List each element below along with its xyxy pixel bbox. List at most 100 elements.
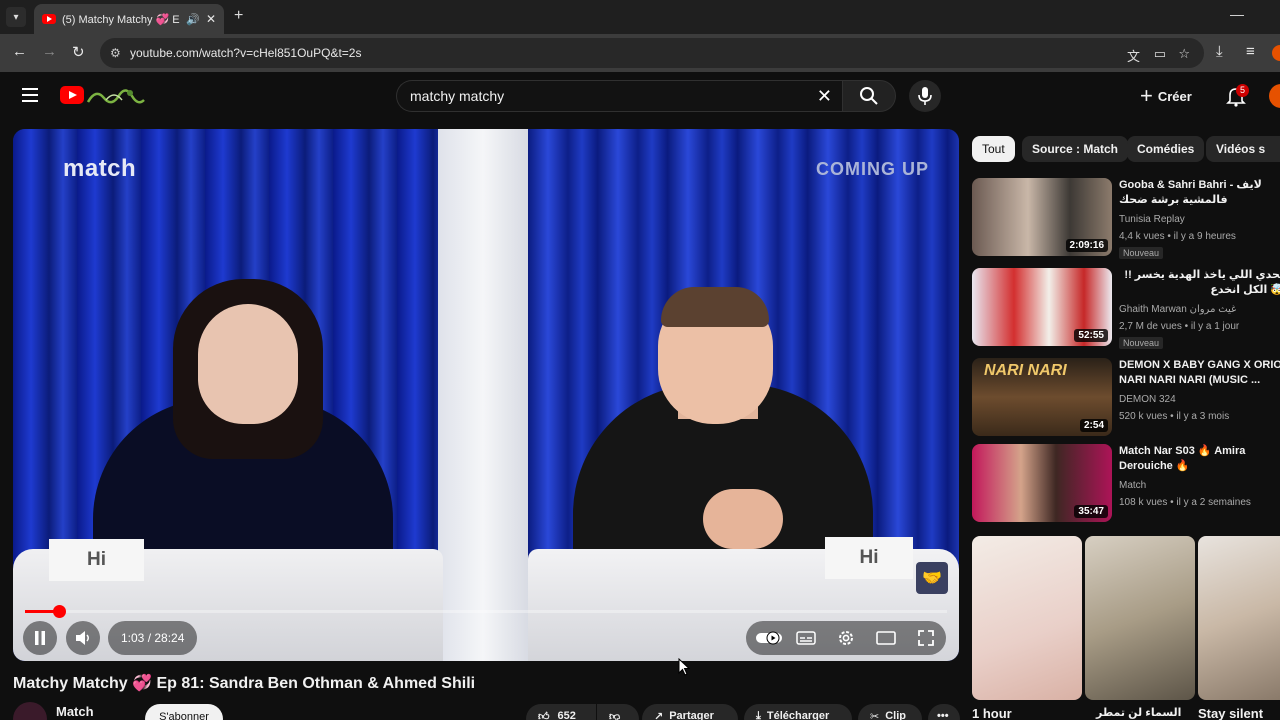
video-thumbnail[interactable]: NARI NARI 2:54 xyxy=(972,358,1112,436)
browser-tab[interactable]: (5) Matchy Matchy 💞 Ep 8 🔊 ✕ xyxy=(34,4,224,34)
cast-icon[interactable]: ▭ xyxy=(1154,46,1166,62)
autoplay-toggle[interactable] xyxy=(756,629,782,647)
url-input[interactable]: ⚙ youtube.com/watch?v=cHel851OuPQ&t=2s 文… xyxy=(100,38,1204,68)
share-button[interactable]: ↗ Partager xyxy=(642,704,738,720)
tab-search-icon[interactable]: ▾ xyxy=(6,7,26,27)
address-bar-row: ← → ↻ ⚙ youtube.com/watch?v=cHel851OuPQ&… xyxy=(0,34,1280,72)
new-badge: Nouveau xyxy=(1119,337,1164,349)
browser-tab-bar: ▾ (5) Matchy Matchy 💞 Ep 8 🔊 ✕ + — xyxy=(0,0,1280,34)
video-player[interactable]: Hi Hi match COMING UP 🤝 1:03 / 28:24 xyxy=(13,129,959,661)
right-controls xyxy=(746,621,946,655)
clip-button[interactable]: ✂ Clip xyxy=(858,704,922,720)
short-title[interactable]: Stay silent xyxy=(1198,706,1263,720)
download-label: Télécharger xyxy=(766,710,830,720)
search-query: matchy matchy xyxy=(410,88,505,104)
like-button[interactable]: 👍︎ 652 xyxy=(526,704,596,720)
youtube-favicon-icon xyxy=(42,14,56,24)
duration-badge: 52:55 xyxy=(1074,329,1108,342)
recommendation-meta: 4,4 k vues • il y a 9 heures xyxy=(1119,231,1236,242)
volume-button[interactable] xyxy=(66,621,100,655)
short-title[interactable]: 1 hour xyxy=(972,706,1012,720)
download-button[interactable]: ⤓ Télécharger xyxy=(744,704,852,720)
person-left-face xyxy=(198,304,298,424)
chip-source-match[interactable]: Source : Match xyxy=(1022,136,1129,162)
channel-name[interactable]: Match xyxy=(56,704,94,719)
name-card-left: Hi xyxy=(49,539,144,581)
recommendation-channel[interactable]: DEMON 324 xyxy=(1119,394,1176,405)
clear-search-icon[interactable]: ✕ xyxy=(817,86,832,107)
recommendation-channel[interactable]: Tunisia Replay xyxy=(1119,214,1185,225)
close-tab-icon[interactable]: ✕ xyxy=(206,12,216,26)
search-input[interactable]: matchy matchy ✕ xyxy=(396,80,842,112)
microphone-icon xyxy=(918,87,932,105)
recommendation-item[interactable]: NARI NARI 2:54 DEMON X BABY GANG X ORIO … xyxy=(972,358,1280,438)
video-frame: Hi Hi match COMING UP 🤝 xyxy=(13,129,959,661)
video-thumbnail[interactable]: 52:55 xyxy=(972,268,1112,346)
recommendation-meta: 2,7 M de vues • il y a 1 jour xyxy=(1119,321,1240,332)
duration-badge: 35:47 xyxy=(1074,505,1108,518)
chip-all[interactable]: Tout xyxy=(972,136,1015,162)
autoplay-toggle-icon xyxy=(756,631,782,645)
recommendation-channel[interactable]: Match xyxy=(1119,480,1146,491)
reload-icon[interactable]: ↻ xyxy=(72,43,85,61)
recommendation-meta: 520 k vues • il y a 3 mois xyxy=(1119,411,1230,422)
voice-search-button[interactable] xyxy=(909,80,941,112)
short-thumbnail[interactable] xyxy=(1085,536,1195,700)
recommendation-title: Match Nar S03 🔥 Amira Derouiche 🔥 xyxy=(1119,445,1246,472)
search-button[interactable] xyxy=(842,80,896,112)
fullscreen-button[interactable] xyxy=(916,629,936,647)
video-thumbnail[interactable]: 2:09:16 xyxy=(972,178,1112,256)
recommendation-item[interactable]: 35:47 Match Nar S03 🔥 Amira Derouiche 🔥 … xyxy=(972,444,1280,524)
bookmark-star-icon[interactable]: ☆ xyxy=(1178,46,1190,62)
download-icon[interactable]: ⤓ xyxy=(1216,43,1223,60)
recommendation-title: DEMON X BABY GANG X ORIO NARI NARI NARI … xyxy=(1119,359,1280,386)
site-info-icon[interactable]: ⚙ xyxy=(110,46,121,60)
share-icon: ↗ xyxy=(654,711,664,720)
reading-list-icon[interactable]: ≡ xyxy=(1246,43,1255,60)
thumbs-down-icon: 👎︎ xyxy=(609,711,621,720)
short-title[interactable]: السماء لن تمطر xyxy=(1096,706,1181,719)
more-actions-button[interactable]: ••• xyxy=(928,704,960,720)
profile-avatar[interactable] xyxy=(1272,45,1280,61)
duration-badge: 2:54 xyxy=(1079,419,1108,432)
chip-comedies[interactable]: Comédies xyxy=(1127,136,1205,162)
video-thumbnail[interactable]: 35:47 xyxy=(972,444,1112,522)
channel-avatar[interactable] xyxy=(13,702,47,720)
recommendation-channel[interactable]: Ghaith Marwan غيث مروان xyxy=(1119,304,1236,315)
recommendation-item[interactable]: 2:09:16 Gooba & Sahri Bahri - لايف فالمش… xyxy=(972,178,1280,259)
dislike-button[interactable]: 👎︎ xyxy=(597,704,639,720)
subscribe-button[interactable]: S'abonner xyxy=(145,704,223,720)
clip-label: Clip xyxy=(885,710,906,720)
handshake-icon: 🤝 xyxy=(916,562,948,594)
doodle-logo-icon[interactable] xyxy=(86,84,146,106)
forward-icon[interactable]: → xyxy=(42,43,57,60)
short-thumbnail[interactable] xyxy=(1198,536,1280,700)
subtitles-button[interactable] xyxy=(796,629,816,647)
thumbnail-text: NARI NARI xyxy=(984,362,1067,379)
url-text: youtube.com/watch?v=cHel851OuPQ&t=2s xyxy=(130,46,362,60)
subtitles-icon xyxy=(796,631,816,645)
person-right-hair xyxy=(661,287,769,327)
youtube-logo-icon[interactable] xyxy=(60,86,84,104)
recommendation-meta: 108 k vues • il y a 2 semaines xyxy=(1119,497,1251,508)
create-button[interactable]: + Créer xyxy=(1140,84,1192,108)
menu-icon[interactable] xyxy=(22,88,38,102)
recommendation-item[interactable]: 52:55 تحدي اللي ياخذ الهدية يخسر !! الكل… xyxy=(972,268,1280,349)
pause-button[interactable] xyxy=(23,621,57,655)
recommendation-title: تحدي اللي ياخذ الهدية يخسر !! الكل انخدع… xyxy=(1124,269,1280,296)
speaker-icon[interactable]: 🔊 xyxy=(186,13,200,26)
fullscreen-icon xyxy=(918,630,934,646)
translate-icon[interactable]: 文 xyxy=(1127,46,1140,65)
match-overlay-logo: match xyxy=(63,155,137,182)
mouse-cursor-icon xyxy=(678,658,690,676)
short-thumbnail[interactable] xyxy=(972,536,1082,700)
minimize-window-icon[interactable]: — xyxy=(1230,6,1244,22)
account-avatar[interactable] xyxy=(1269,84,1280,108)
theater-mode-icon xyxy=(876,631,896,645)
theater-mode-button[interactable] xyxy=(876,629,896,647)
new-tab-icon[interactable]: + xyxy=(234,7,243,25)
settings-button[interactable] xyxy=(836,629,856,647)
progress-bar[interactable] xyxy=(25,605,947,618)
chip-videos[interactable]: Vidéos s xyxy=(1206,136,1280,162)
back-icon[interactable]: ← xyxy=(12,43,27,60)
